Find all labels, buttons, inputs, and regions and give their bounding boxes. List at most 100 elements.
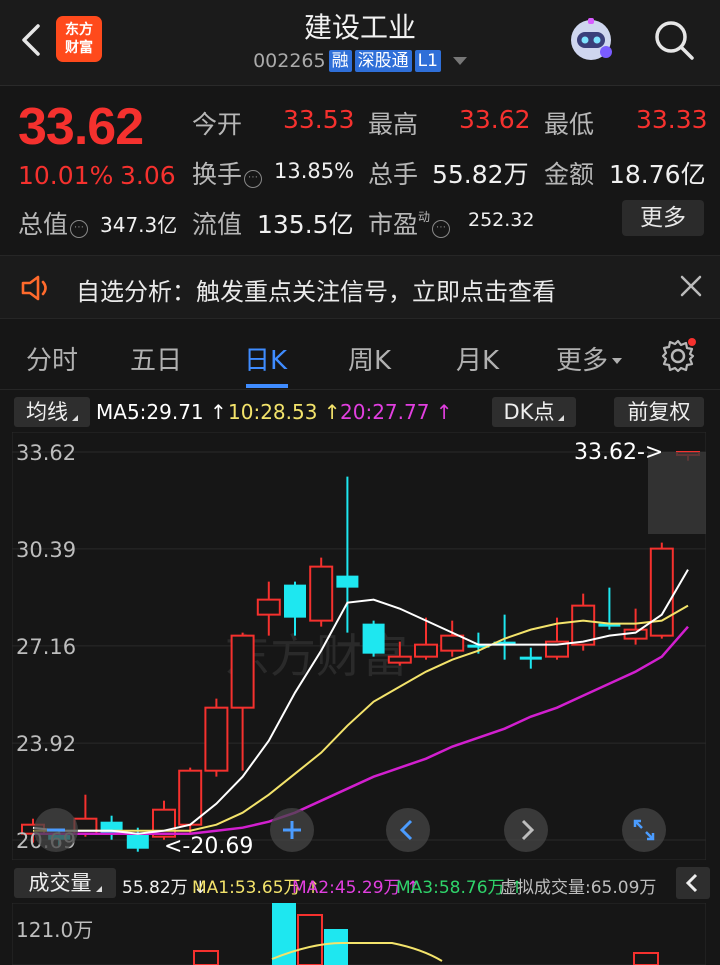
candle-body — [519, 656, 542, 660]
candle-body — [440, 634, 465, 652]
volume-bar — [633, 952, 659, 965]
robot-assistant-icon[interactable] — [566, 14, 616, 64]
amount-label: 金额 — [544, 160, 595, 189]
y-tick-label: 30.39 — [16, 538, 76, 562]
collapse-panel-button[interactable] — [676, 867, 710, 899]
change-percent: 10.01% — [18, 161, 114, 190]
market-cap-label[interactable]: 总值 ⋯ — [18, 205, 90, 241]
last-price-pointer: 33.62-> — [574, 440, 663, 465]
ma10-readout: 10:28.53 ↑ — [228, 400, 341, 424]
volume-bar — [272, 903, 296, 965]
turnover-label[interactable]: 换手 ⋯ — [192, 155, 264, 191]
tab-five-day[interactable]: 五日 — [130, 340, 182, 377]
ma5-readout: MA5:29.71 ↑ — [96, 400, 227, 424]
notice-text: 自选分析：触发重点关注信号，立即点击查看 — [76, 278, 556, 306]
corner-caret-icon — [558, 415, 565, 421]
info-icon[interactable]: ⋯ — [70, 220, 89, 238]
open-label: 今开 — [192, 110, 243, 139]
volume-bar — [193, 950, 219, 965]
volume-y-tick: 121.0万 — [16, 918, 93, 942]
info-icon[interactable]: ⋯ — [244, 170, 263, 188]
volume-bar — [324, 929, 348, 965]
y-tick-label: 33.62 — [16, 441, 76, 465]
candle-body — [204, 706, 229, 772]
candle-body — [649, 547, 674, 637]
settings-gear-icon[interactable] — [660, 338, 696, 374]
chevron-left-icon — [399, 819, 413, 841]
candle-body — [178, 769, 203, 826]
dk-point-button[interactable]: DK点 — [492, 397, 576, 427]
volume-label: 总手 — [368, 160, 419, 189]
market-cap-value: 347.3亿 — [100, 213, 178, 237]
candle-body — [309, 565, 334, 622]
speaker-icon — [21, 275, 47, 301]
level-tag: L1 — [414, 50, 441, 72]
scroll-left-button[interactable] — [386, 808, 430, 852]
close-icon[interactable] — [676, 271, 706, 301]
kline-chart[interactable]: 东方财富 33.6230.3927.1623.9220.69 33.62-> <… — [12, 432, 706, 860]
candle-body — [284, 584, 306, 618]
pe-label[interactable]: 市盈动⋯ — [368, 205, 452, 241]
tab-daily-k[interactable]: 日K — [244, 340, 287, 377]
tab-more[interactable]: 更多 — [556, 340, 623, 377]
float-cap-label: 流值 — [192, 210, 243, 239]
virtual-volume: 虚拟成交量:65.09万 — [500, 878, 657, 898]
volume-value: 55.82万 — [432, 160, 529, 189]
active-tab-indicator — [246, 384, 288, 388]
period-tabs: 分时 五日 日K 周K 月K 更多 — [0, 322, 720, 390]
corner-caret-icon — [72, 415, 78, 421]
y-tick-label: 27.16 — [16, 635, 76, 659]
price-adjust-button[interactable]: 前复权 — [614, 397, 704, 427]
low-label: 最低 — [544, 110, 595, 139]
turnover-value: 13.85% — [274, 159, 355, 183]
expand-icon — [633, 819, 655, 841]
info-icon[interactable]: ⋯ — [432, 220, 451, 238]
candle-body — [362, 623, 385, 654]
zoom-out-button[interactable] — [34, 808, 78, 852]
pe-value: 252.32 — [468, 209, 535, 231]
notice-banner[interactable]: 自选分析：触发重点关注信号，立即点击查看 — [0, 255, 720, 319]
dropdown-caret-icon[interactable] — [452, 57, 467, 65]
more-quote-button[interactable]: 更多 — [622, 200, 704, 236]
stock-code: 002265 — [253, 50, 326, 72]
last-price: 33.62 — [18, 98, 144, 156]
candle-body — [256, 598, 281, 616]
chevron-right-icon — [521, 819, 535, 841]
tab-monthly-k[interactable]: 月K — [456, 340, 499, 377]
tab-weekly-k[interactable]: 周K — [348, 340, 391, 377]
ma20-readout: 20:27.77 ↑ — [340, 400, 453, 424]
volume-chart[interactable]: 121.0万 — [12, 903, 706, 965]
high-value: 33.62 — [459, 105, 531, 134]
candle-body — [387, 655, 412, 664]
corner-caret-icon — [95, 886, 102, 892]
zoom-in-button[interactable] — [270, 808, 314, 852]
ma-selector-button[interactable]: 均线 — [14, 397, 90, 427]
fullscreen-button[interactable] — [622, 808, 666, 852]
volume-indicator-bar: 成交量 55.82万 ↓ MA1:53.65万 ↑ MA2:45.29万 ↑ M… — [0, 865, 720, 901]
low-value: 33.33 — [636, 105, 708, 134]
open-value: 33.53 — [283, 105, 355, 134]
volume-bar — [297, 914, 323, 965]
minus-icon — [47, 828, 65, 832]
margin-tag: 融 — [328, 50, 352, 72]
amount-value: 18.76亿 — [609, 160, 706, 189]
y-tick-label: 23.92 — [16, 732, 76, 756]
candle-body — [414, 643, 438, 658]
change-amount: 3.06 — [120, 161, 176, 190]
connect-tag: 深股通 — [354, 50, 412, 72]
float-cap-value: 135.5亿 — [257, 210, 354, 239]
candle-body — [336, 575, 359, 588]
volume-selector-button[interactable]: 成交量 — [14, 868, 116, 898]
dropdown-caret-icon — [612, 358, 623, 364]
search-icon[interactable] — [652, 18, 696, 62]
low-price-pointer: <-20.69 — [164, 834, 253, 859]
tab-intraday[interactable]: 分时 — [26, 340, 78, 377]
candle-body — [126, 833, 149, 849]
high-label: 最高 — [368, 110, 419, 139]
scroll-right-button[interactable] — [504, 808, 548, 852]
candle-body — [571, 604, 596, 646]
candle-body — [230, 634, 255, 709]
chevron-left-icon — [685, 873, 698, 893]
header-bar: 东方 财富 建设工业 002265 融深股通 L1 — [0, 0, 720, 86]
quote-panel: 33.62 10.01% 3.06 今开 33.53 最高 33.62 最低 3… — [0, 87, 720, 247]
